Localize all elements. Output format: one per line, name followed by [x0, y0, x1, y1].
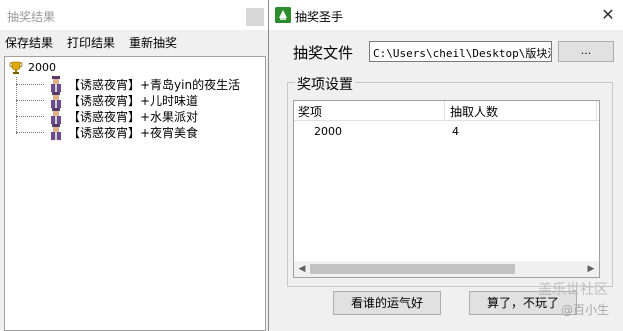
tree-branch-line — [16, 84, 44, 85]
person-icon — [48, 124, 64, 140]
table-row[interactable]: 2000 4 — [294, 123, 599, 141]
column-separator[interactable] — [444, 101, 445, 121]
person-icon — [48, 76, 64, 92]
tree-child-label: 【诱惑夜宵】+青岛yin的夜生活 — [68, 78, 241, 92]
prize-list[interactable]: 奖项 抽取人数 2000 4 ◀ ▶ — [293, 100, 600, 278]
app-icon — [275, 7, 291, 23]
trophy-icon — [9, 61, 23, 75]
watermark-community: 盖乐世社区 — [538, 282, 608, 298]
prize-settings-title: 奖项设置 — [295, 74, 355, 94]
column-separator[interactable] — [596, 101, 597, 121]
tree-branch-line — [16, 116, 44, 117]
tree-child-label: 【诱惑夜宵】+水果派对 — [68, 110, 199, 124]
browse-button[interactable]: ... — [558, 41, 614, 62]
prize-list-header: 奖项 抽取人数 — [294, 101, 599, 121]
dialog-titlebar: 抽奖圣手 ✕ — [269, 0, 623, 30]
scroll-right-icon[interactable]: ▶ — [583, 261, 599, 277]
results-window: 抽奖结果 保存结果 打印结果 重新抽奖 2000 【诱惑夜宵】+青岛yin的夜生… — [0, 0, 268, 331]
cell-prize: 2000 — [314, 125, 342, 138]
menu-print-results[interactable]: 打印结果 — [67, 34, 115, 51]
results-window-title: 抽奖结果 — [7, 10, 56, 24]
results-titlebar: 抽奖结果 — [0, 0, 268, 30]
results-tree[interactable]: 2000 【诱惑夜宵】+青岛yin的夜生活 【诱惑夜宵】+儿时味道 【诱惑夜宵】… — [4, 56, 266, 331]
tree-connector-line — [16, 77, 17, 134]
tree-child-label: 【诱惑夜宵】+夜宵美食 — [68, 126, 199, 140]
column-header-prize[interactable]: 奖项 — [298, 103, 322, 120]
person-icon — [48, 92, 64, 108]
cell-count: 4 — [452, 125, 459, 138]
scrollbar-thumb[interactable] — [310, 264, 515, 274]
tree-child-label: 【诱惑夜宵】+儿时味道 — [68, 94, 199, 108]
results-menubar: 保存结果 打印结果 重新抽奖 — [0, 30, 268, 52]
draw-button[interactable]: 看谁的运气好 — [333, 291, 441, 315]
results-close-button[interactable] — [246, 8, 264, 26]
scroll-left-icon[interactable]: ◀ — [294, 261, 310, 277]
menu-save-results[interactable]: 保存结果 — [5, 34, 53, 51]
tree-branch-line — [16, 100, 44, 101]
tree-root-label: 2000 — [28, 61, 56, 74]
file-path-field[interactable]: C:\Users\cheil\Desktop\版块活 — [369, 41, 552, 62]
dialog-title: 抽奖圣手 — [295, 10, 344, 24]
horizontal-scrollbar[interactable]: ◀ ▶ — [294, 261, 599, 277]
close-icon[interactable]: ✕ — [599, 6, 617, 24]
column-header-count[interactable]: 抽取人数 — [450, 103, 498, 120]
tree-branch-line — [16, 132, 44, 133]
watermark-author: @百小生 — [561, 303, 610, 317]
person-icon — [48, 108, 64, 124]
menu-redraw[interactable]: 重新抽奖 — [129, 34, 177, 51]
file-label: 抽奖文件 — [293, 44, 354, 62]
